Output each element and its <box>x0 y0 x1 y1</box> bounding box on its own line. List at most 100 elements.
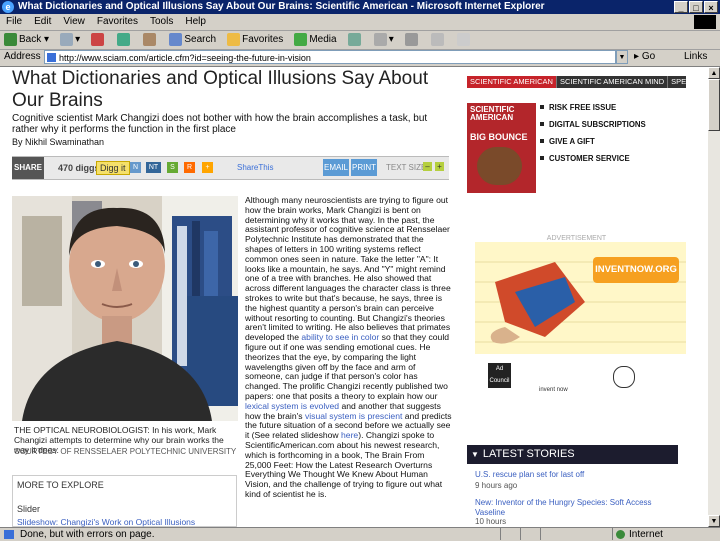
news-item-2-meta: 10 hours <box>475 517 507 526</box>
ad-council-logo: Ad Council <box>488 363 511 388</box>
status-text: Done, but with errors on page. <box>20 529 155 540</box>
page-icon <box>47 53 56 62</box>
advertisement[interactable]: INVENTNOW.ORG Ad Council invent now <box>475 242 686 400</box>
more-slideshow-link[interactable]: Slideshow: Changizi's Work on Optical Il… <box>17 517 195 527</box>
home-button[interactable] <box>139 32 162 48</box>
history-icon <box>347 32 361 46</box>
media-button[interactable]: Media <box>290 32 340 48</box>
uspto-seal-icon <box>613 366 635 388</box>
share-icon-reddit[interactable]: R <box>184 162 195 173</box>
menu-bar: File Edit View Favorites Tools Help <box>0 14 720 31</box>
article-title: What Dictionaries and Optical Illusions … <box>12 68 429 111</box>
toolbar: Back ▾ ▾ Search Favorites Media ▾ <box>0 31 720 50</box>
portrait-image <box>12 196 238 421</box>
maximize-button[interactable]: □ <box>689 1 703 13</box>
article-byline: By Nikhil Swaminathan <box>12 137 105 147</box>
menu-tools[interactable]: Tools <box>144 14 179 30</box>
photo-credit: COURTESY OF RENSSELAER POLYTECHNIC UNIVE… <box>14 447 237 456</box>
cover-image <box>477 147 522 185</box>
link-lexical-system[interactable]: lexical system is evolved <box>245 401 339 411</box>
favorites-button[interactable]: Favorites <box>223 32 287 48</box>
internet-globe-icon <box>616 530 625 539</box>
discuss-button[interactable] <box>453 32 476 48</box>
print-button[interactable]: PRINT <box>351 159 377 176</box>
url-field[interactable]: http://www.sciam.com/article.cfm?id=seei… <box>44 50 616 64</box>
link-give-a-gift[interactable]: GIVE A GIFT <box>537 137 687 154</box>
link-digital-subscriptions[interactable]: DIGITAL SUBSCRIPTIONS <box>537 120 687 137</box>
refresh-button[interactable] <box>113 32 136 48</box>
ad-url: INVENTNOW.ORG <box>593 257 679 283</box>
magazine-cover[interactable]: SCIENTIFIC AMERICAN BIG BOUNCE <box>467 103 536 193</box>
menu-edit[interactable]: Edit <box>28 14 57 30</box>
star-icon <box>227 32 241 46</box>
more-to-explore-box: MORE TO EXPLORE Slider Slideshow: Changi… <box>12 475 237 527</box>
forward-button[interactable]: ▾ <box>56 32 84 48</box>
refresh-icon <box>117 32 131 46</box>
mail-button[interactable]: ▾ <box>370 32 398 48</box>
text-size-decrease-button[interactable]: – <box>423 162 432 171</box>
address-label: Address <box>4 51 41 62</box>
link-risk-free-issue[interactable]: RISK FREE ISSUE <box>537 103 687 120</box>
close-button[interactable]: × <box>704 1 718 13</box>
back-button[interactable]: Back ▾ <box>0 32 53 48</box>
vertical-scrollbar[interactable]: ▲ ▼ <box>708 67 720 527</box>
security-zone: Internet <box>612 528 663 540</box>
share-icon-newsvine[interactable]: NT <box>146 162 161 173</box>
digg-count: 470 diggs <box>58 163 100 173</box>
windows-logo-icon <box>694 15 716 29</box>
sharethis-link[interactable]: ShareThis <box>237 163 273 172</box>
stop-button[interactable] <box>87 32 110 48</box>
edit-button[interactable] <box>427 32 450 48</box>
go-button[interactable]: ▸ Go <box>634 51 655 62</box>
menu-help[interactable]: Help <box>179 14 212 30</box>
news-item-1-meta: 9 hours ago <box>475 481 518 490</box>
tab-special-offer[interactable]: SPECIAL OFFER <box>668 76 708 88</box>
links-button[interactable]: Links <box>684 51 707 62</box>
window-title: What Dictionaries and Optical Illusions … <box>18 1 545 12</box>
page-warning-icon <box>4 530 14 539</box>
cover-logo: SCIENTIFIC AMERICAN <box>470 105 515 122</box>
share-icon-add[interactable]: + <box>202 162 213 173</box>
news-item-2-title[interactable]: New: Inventor of the Hungry Species: Sof… <box>475 498 680 518</box>
menu-view[interactable]: View <box>57 14 91 30</box>
printer-icon <box>404 32 418 46</box>
minimize-button[interactable]: _ <box>674 1 688 13</box>
mail-icon <box>373 32 387 46</box>
print-toolbar-button[interactable] <box>401 32 424 48</box>
link-customer-service[interactable]: CUSTOMER SERVICE <box>537 154 687 171</box>
search-icon <box>169 32 183 46</box>
scroll-down-button[interactable]: ▼ <box>708 515 720 527</box>
more-to-explore-title: MORE TO EXPLORE <box>17 480 104 490</box>
menu-file[interactable]: File <box>0 14 28 30</box>
share-bar: SHARE 470 diggs Digg it N NT S R + Share… <box>12 156 449 180</box>
tab-scientific-american[interactable]: SCIENTIFIC AMERICAN <box>467 76 557 88</box>
menu-favorites[interactable]: Favorites <box>91 14 144 30</box>
link-visual-system[interactable]: visual system is prescient <box>305 411 402 421</box>
status-cell <box>500 528 501 540</box>
discuss-icon <box>456 32 470 46</box>
ie-logo-icon: e <box>2 1 14 13</box>
share-icon-1[interactable]: N <box>130 162 141 173</box>
email-button[interactable]: EMAIL <box>323 159 349 176</box>
link-slideshow-here[interactable]: here <box>341 430 358 440</box>
triangle-down-icon: ▼ <box>471 450 479 459</box>
share-button[interactable]: SHARE <box>12 157 44 179</box>
search-button[interactable]: Search <box>165 32 220 48</box>
article-body: Although many neuroscientists are trying… <box>245 195 452 499</box>
status-cell <box>540 528 541 540</box>
scroll-up-button[interactable]: ▲ <box>708 67 720 79</box>
digg-it-button[interactable]: Digg it <box>96 161 130 175</box>
article-dek: Cognitive scientist Mark Changizi does n… <box>12 113 428 135</box>
url-dropdown[interactable]: ▼ <box>616 50 628 64</box>
text-size-increase-button[interactable]: + <box>435 162 444 171</box>
news-item-1-title[interactable]: U.S. rescue plan set for last off <box>475 470 680 479</box>
scroll-thumb[interactable] <box>708 79 720 131</box>
more-slider-label: Slider <box>17 504 41 514</box>
share-icon-stumble[interactable]: S <box>167 162 178 173</box>
media-icon <box>294 32 308 46</box>
tab-scientific-american-mind[interactable]: SCIENTIFIC AMERICAN MIND <box>557 76 669 88</box>
status-bar: Done, but with errors on page. Internet <box>0 527 720 541</box>
address-bar: Address http://www.sciam.com/article.cfm… <box>0 49 720 67</box>
history-button[interactable] <box>344 32 367 48</box>
link-color-vision[interactable]: ability to see in color <box>301 332 379 342</box>
